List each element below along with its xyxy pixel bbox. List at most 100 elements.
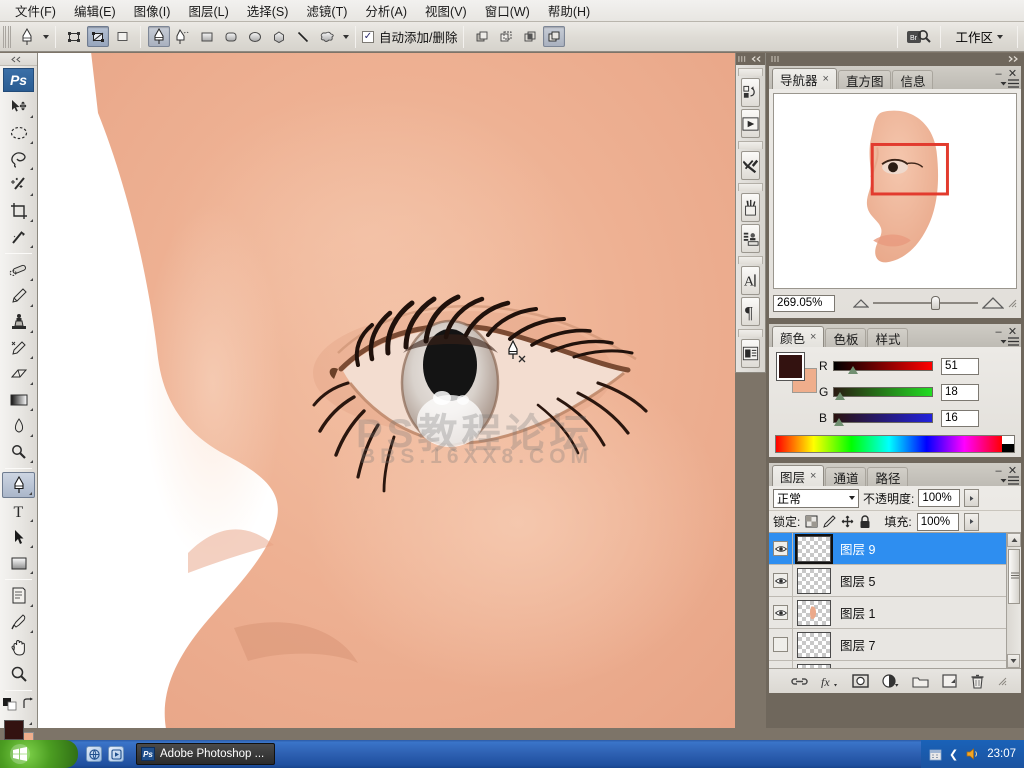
workspace-chevron-down-icon[interactable] <box>997 34 1003 39</box>
color-spectrum-ramp[interactable] <box>775 435 1015 453</box>
menu-item-edit[interactable]: 编辑(E) <box>65 0 125 22</box>
rectangle-tool-button[interactable] <box>196 26 218 47</box>
slice-tool[interactable] <box>2 224 35 250</box>
rectangle-shape-tool[interactable] <box>2 550 35 576</box>
dock-group-handle[interactable] <box>738 68 763 76</box>
menu-item-filter[interactable]: 滤镜(T) <box>297 0 356 22</box>
tab-swatches[interactable]: 色板 <box>825 328 867 347</box>
eye-icon[interactable] <box>773 573 788 588</box>
workspace-button[interactable]: 工作区 <box>947 25 1011 48</box>
layer-list-scrollbar[interactable] <box>1006 533 1021 668</box>
layer-comps-icon[interactable] <box>741 339 760 368</box>
start-button[interactable] <box>0 740 78 768</box>
notes-tool[interactable] <box>2 583 35 609</box>
tool-expand-corner-icon[interactable] <box>30 408 33 411</box>
gradient-tool[interactable] <box>2 387 35 413</box>
navigator-thumbnail[interactable] <box>773 93 1017 289</box>
tool-expand-corner-icon[interactable] <box>30 141 33 144</box>
blue-slider-track[interactable] <box>833 413 933 423</box>
quick-launch-browser-icon[interactable] <box>86 746 102 762</box>
scroll-up-icon[interactable] <box>1007 533 1021 547</box>
subtract-from-path-area-button[interactable] <box>495 26 517 47</box>
layer-thumbnail[interactable] <box>797 631 831 658</box>
layer-visibility-toggle[interactable] <box>769 597 793 628</box>
dock-group-handle[interactable] <box>738 256 763 264</box>
clone-source-icon[interactable] <box>741 224 760 253</box>
lock-image-icon[interactable] <box>823 515 837 528</box>
document-canvas[interactable]: PS教程论坛 BBS.16XX8.COM <box>38 53 735 728</box>
paths-button[interactable] <box>87 26 109 47</box>
line-tool-button[interactable] <box>292 26 314 47</box>
link-layers-icon[interactable] <box>791 676 808 687</box>
tool-expand-corner-icon[interactable] <box>30 356 33 359</box>
scrollbar-thumb[interactable] <box>1008 549 1020 604</box>
lock-all-icon[interactable] <box>859 514 871 529</box>
panel-dock-grip[interactable] <box>766 53 1024 65</box>
layer-style-icon[interactable]: fx <box>821 675 839 688</box>
panel-menu-button[interactable] <box>1000 79 1019 88</box>
panel-menu-button[interactable] <box>1000 476 1019 485</box>
path-selection-tool[interactable] <box>2 524 35 550</box>
tray-volume-icon[interactable] <box>965 747 980 761</box>
polygon-tool-button[interactable] <box>268 26 290 47</box>
rounded-rectangle-tool-button[interactable] <box>220 26 242 47</box>
tool-expand-corner-icon[interactable] <box>30 219 33 222</box>
dodge-tool[interactable] <box>2 439 35 465</box>
table-row[interactable]: 图层 9 <box>769 533 1021 565</box>
brush-tool[interactable] <box>2 283 35 309</box>
taskbar-item-photoshop[interactable]: Ps Adobe Photoshop ... <box>136 743 276 765</box>
layer-name[interactable]: 图层 9 <box>840 539 875 558</box>
dock-grip[interactable] <box>736 53 765 65</box>
lasso-tool[interactable] <box>2 146 35 172</box>
foreground-color-swatch[interactable] <box>4 720 24 740</box>
layer-thumbnail[interactable] <box>797 567 831 594</box>
lock-transparent-icon[interactable] <box>805 515 818 528</box>
history-brush-tool[interactable] <box>2 335 35 361</box>
resize-grip-icon[interactable] <box>998 677 1007 686</box>
tab-layers[interactable]: 图层 × <box>772 465 825 486</box>
zoom-slider[interactable] <box>873 295 978 311</box>
tool-expand-corner-icon[interactable] <box>30 434 33 437</box>
history-icon[interactable] <box>741 78 760 107</box>
zoom-tool[interactable] <box>2 661 35 687</box>
dock-group-handle[interactable] <box>738 329 763 337</box>
eye-icon-hidden[interactable] <box>773 637 788 652</box>
close-icon[interactable]: × <box>810 331 816 343</box>
shape-options-chevron-down-icon[interactable] <box>343 34 349 39</box>
delete-layer-icon[interactable] <box>970 674 985 689</box>
table-row[interactable]: 图层 6 <box>769 661 1021 668</box>
layer-thumbnail[interactable] <box>797 599 831 626</box>
dock-group-handle[interactable] <box>738 183 763 191</box>
tool-expand-corner-icon[interactable] <box>29 722 32 725</box>
add-to-path-area-button[interactable] <box>471 26 493 47</box>
layer-mask-icon[interactable] <box>852 674 869 688</box>
tab-histogram[interactable]: 直方图 <box>837 70 892 89</box>
green-slider-track[interactable] <box>833 387 933 397</box>
blue-value-input[interactable]: 16 <box>941 409 979 427</box>
elliptical-marquee-tool[interactable] <box>2 120 35 146</box>
crop-tool[interactable] <box>2 198 35 224</box>
dock-group-handle[interactable] <box>738 141 763 149</box>
tab-styles[interactable]: 样式 <box>867 328 909 347</box>
move-tool[interactable] <box>2 94 35 120</box>
scroll-down-icon[interactable] <box>1007 654 1020 668</box>
eraser-tool[interactable] <box>2 361 35 387</box>
custom-shape-tool-button[interactable] <box>316 26 338 47</box>
menu-item-window[interactable]: 窗口(W) <box>476 0 539 22</box>
tool-expand-corner-icon[interactable] <box>30 519 33 522</box>
zoom-slider-handle[interactable] <box>930 296 940 310</box>
tools-panel-collapse-handle[interactable] <box>0 53 37 66</box>
pen-tool-button[interactable] <box>148 26 170 47</box>
tool-expand-corner-icon[interactable] <box>30 604 33 607</box>
eye-icon[interactable] <box>773 541 788 556</box>
tool-expand-corner-icon[interactable] <box>30 193 33 196</box>
tool-expand-corner-icon[interactable] <box>30 382 33 385</box>
tab-info[interactable]: 信息 <box>892 70 934 89</box>
actions-icon[interactable] <box>741 109 760 138</box>
tool-expand-corner-icon[interactable] <box>30 330 33 333</box>
lock-position-icon[interactable] <box>841 515 854 528</box>
auto-add-delete-checkbox[interactable] <box>362 30 374 43</box>
opacity-stepper[interactable] <box>964 489 980 507</box>
layer-thumbnail[interactable] <box>795 533 833 564</box>
zoom-out-icon[interactable] <box>853 298 869 309</box>
